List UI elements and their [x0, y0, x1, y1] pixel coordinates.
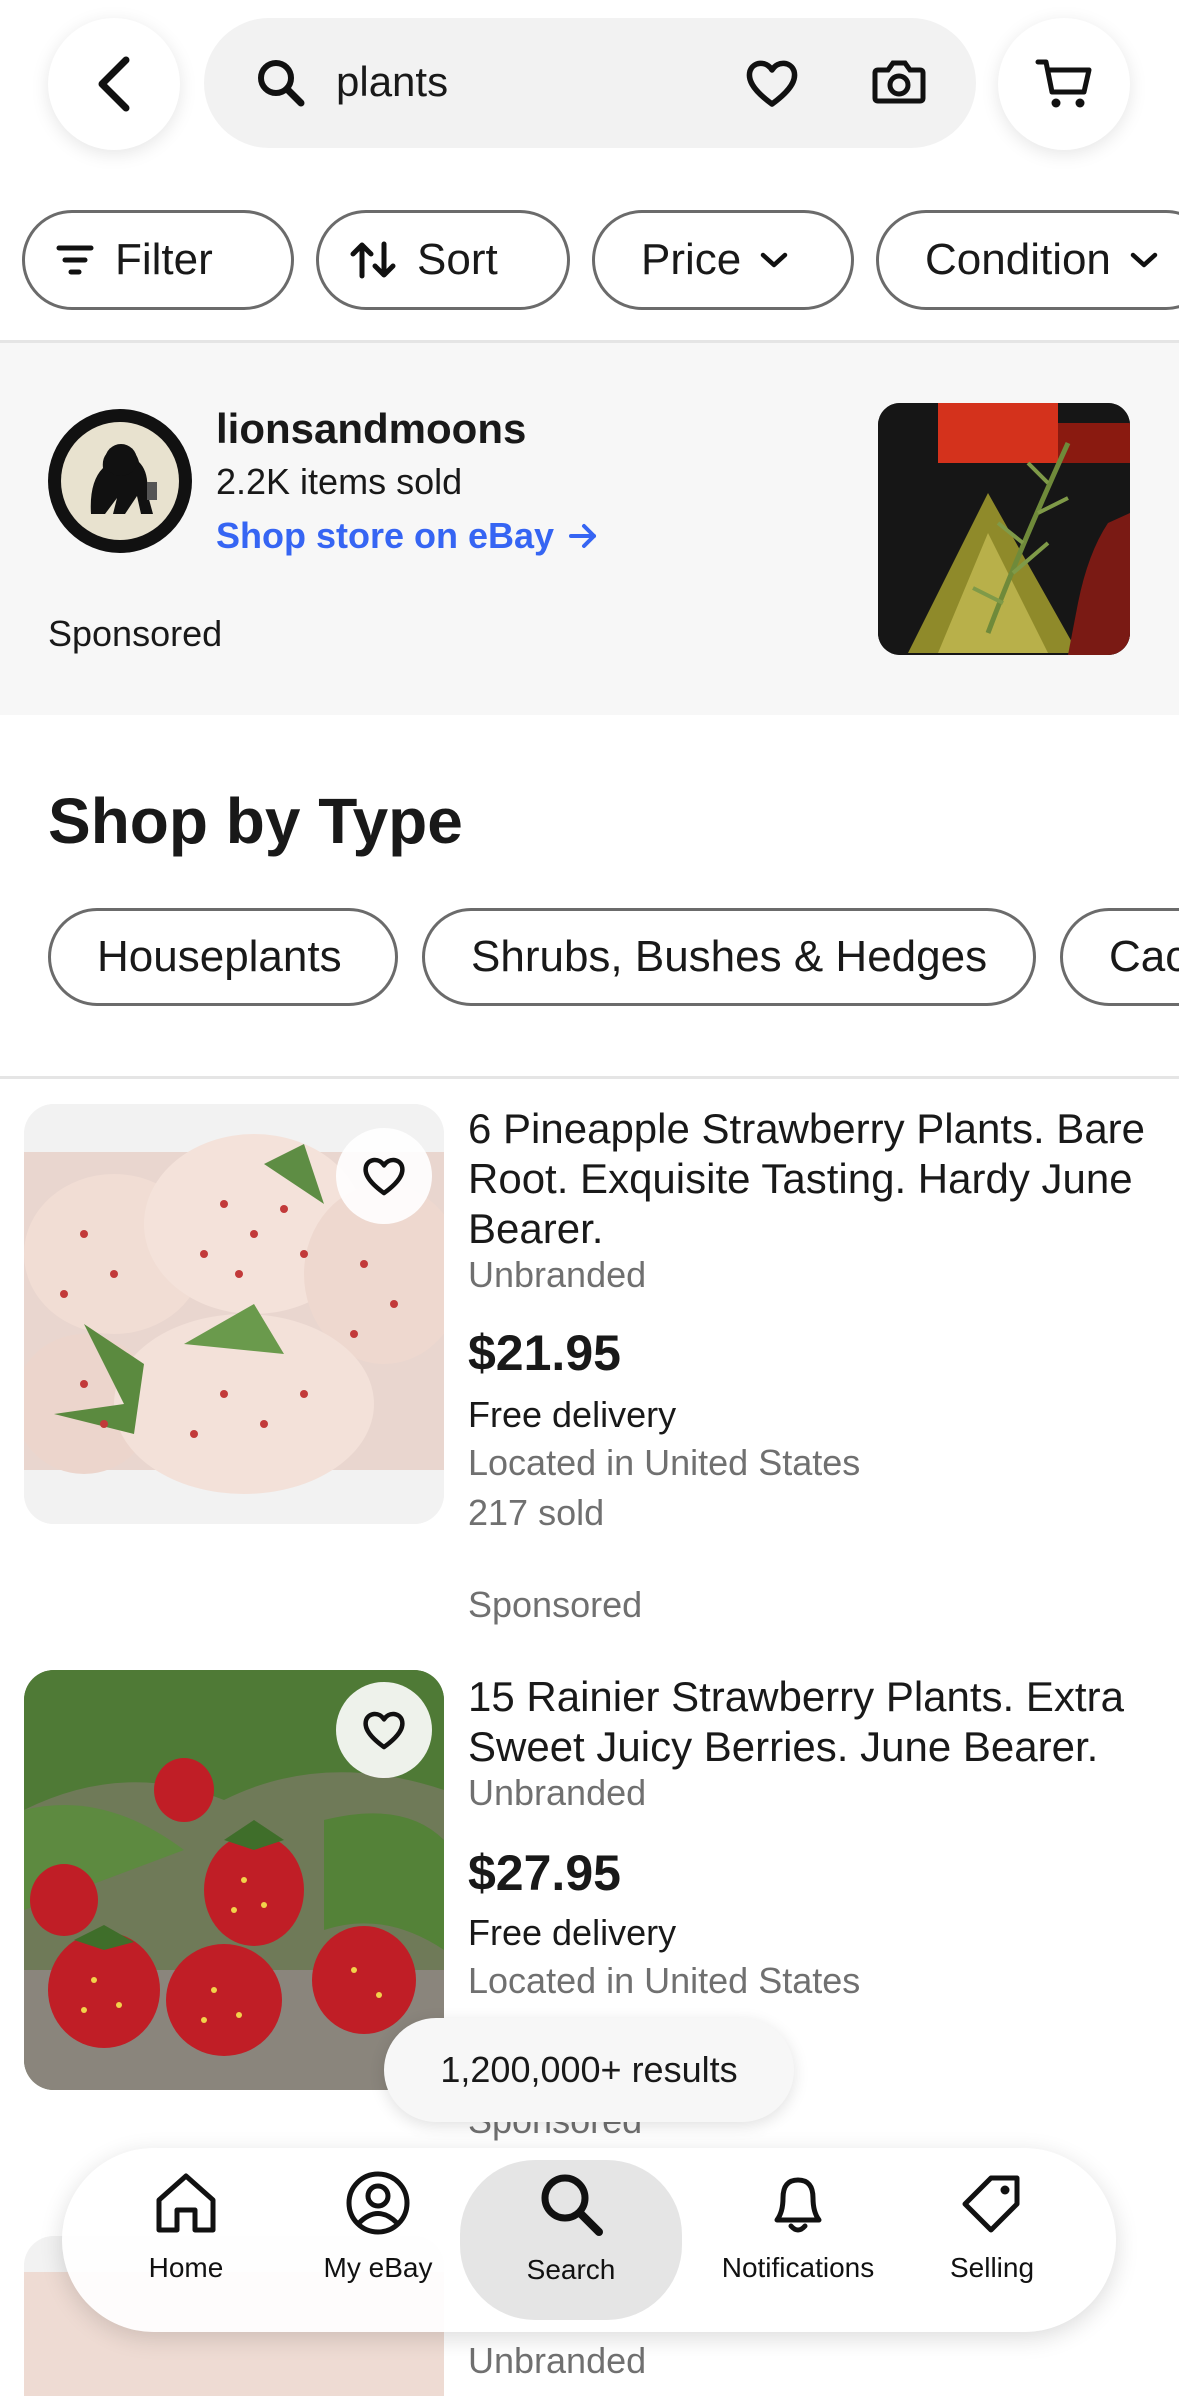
search-icon — [258, 60, 305, 107]
filter-chips-row: Filter Sort Price Condition — [0, 208, 1179, 312]
nav-search[interactable]: Search — [460, 2160, 682, 2320]
top-bar: plants — [0, 0, 1179, 190]
lion-logo-icon — [90, 444, 157, 514]
results-count-pill: 1,200,000+ results — [384, 2018, 794, 2122]
store-name[interactable]: lionsandmoons — [216, 405, 526, 453]
nav-notifications-label: Notifications — [721, 2252, 875, 2283]
filter-icon — [56, 245, 94, 275]
shop-store-link[interactable]: Shop store on eBay — [216, 515, 598, 557]
listing-location: Located in United States — [468, 1442, 861, 1483]
shop-store-link-label: Shop store on eBay — [216, 515, 555, 556]
search-input[interactable]: plants — [336, 58, 448, 106]
price-label: Price — [641, 235, 742, 284]
listing-delivery: Free delivery — [468, 1394, 677, 1435]
store-product-image[interactable] — [878, 403, 1130, 655]
store-items-sold: 2.2K items sold — [216, 461, 463, 502]
type-chip-cacti[interactable]: Cac — [1060, 908, 1179, 1006]
camera-icon[interactable] — [872, 56, 926, 106]
back-button[interactable] — [48, 18, 180, 150]
watch-button[interactable] — [336, 1682, 432, 1778]
bell-icon — [774, 2177, 822, 2233]
listing-title[interactable]: 15 Rainier Strawberry Plants. Extra Swee… — [468, 1672, 1158, 1772]
plant-photo — [878, 403, 1130, 655]
listing-image[interactable] — [24, 1670, 444, 2090]
listing-price: $27.95 — [468, 1845, 621, 1901]
listing-brand: Unbranded — [468, 2340, 647, 2381]
nav-home[interactable]: Home — [86, 2168, 286, 2318]
condition-dropdown[interactable]: Condition — [876, 210, 1179, 310]
nav-search-label: Search — [526, 2254, 616, 2285]
sponsored-label: Sponsored — [468, 1584, 643, 1625]
listing-title[interactable]: 6 Pineapple Strawberry Plants. Bare Root… — [468, 1104, 1158, 1254]
sort-icon — [350, 241, 396, 279]
listing-sold-count: 217 sold — [468, 1492, 605, 1533]
arrow-right-icon — [569, 524, 597, 548]
nav-my-ebay-label: My eBay — [323, 2252, 433, 2283]
sort-button[interactable]: Sort — [316, 210, 570, 310]
search-bar[interactable]: plants — [204, 18, 976, 148]
profile-icon — [346, 2171, 410, 2235]
cart-icon — [1035, 59, 1092, 108]
condition-label: Condition — [925, 235, 1111, 284]
listing-brand: Unbranded — [468, 1772, 647, 1813]
type-chip-houseplants[interactable]: Houseplants — [48, 908, 398, 1006]
listing-image[interactable] — [24, 1104, 444, 1524]
filter-label: Filter — [115, 235, 213, 284]
divider — [0, 1076, 1179, 1079]
sponsored-store-banner[interactable]: lionsandmoons 2.2K items sold Shop store… — [0, 343, 1179, 715]
tag-icon — [962, 2175, 1020, 2233]
watch-button[interactable] — [336, 1128, 432, 1224]
search-icon — [541, 2174, 603, 2236]
shop-by-type-chips: Houseplants Shrubs, Bushes & Hedges Cac — [0, 906, 1179, 1010]
sort-label: Sort — [417, 235, 498, 284]
heart-icon — [363, 1711, 405, 1750]
sponsored-label: Sponsored — [48, 613, 223, 654]
chevron-down-icon — [761, 252, 788, 268]
store-logo[interactable] — [48, 409, 192, 553]
listing-location: Located in United States — [468, 1960, 861, 2001]
heart-icon — [363, 1157, 405, 1196]
cart-button[interactable] — [998, 18, 1130, 150]
back-arrow-icon — [98, 56, 130, 112]
heart-icon[interactable] — [744, 56, 800, 110]
shop-by-type-title: Shop by Type — [48, 785, 463, 857]
chevron-down-icon — [1130, 252, 1158, 268]
listing-delivery: Free delivery — [468, 1912, 677, 1953]
nav-selling[interactable]: Selling — [892, 2168, 1092, 2318]
nav-home-label: Home — [148, 2252, 224, 2283]
bottom-navigation: Home My eBay Search Notifications Sellin… — [62, 2148, 1116, 2332]
home-icon — [156, 2173, 216, 2233]
type-chip-shrubs[interactable]: Shrubs, Bushes & Hedges — [422, 908, 1036, 1006]
nav-selling-label: Selling — [949, 2252, 1035, 2283]
price-dropdown[interactable]: Price — [592, 210, 854, 310]
listing-price: $21.95 — [468, 1325, 621, 1381]
nav-my-ebay[interactable]: My eBay — [278, 2168, 478, 2318]
listing-brand: Unbranded — [468, 1254, 647, 1295]
filter-button[interactable]: Filter — [22, 210, 294, 310]
nav-notifications[interactable]: Notifications — [680, 2168, 916, 2318]
